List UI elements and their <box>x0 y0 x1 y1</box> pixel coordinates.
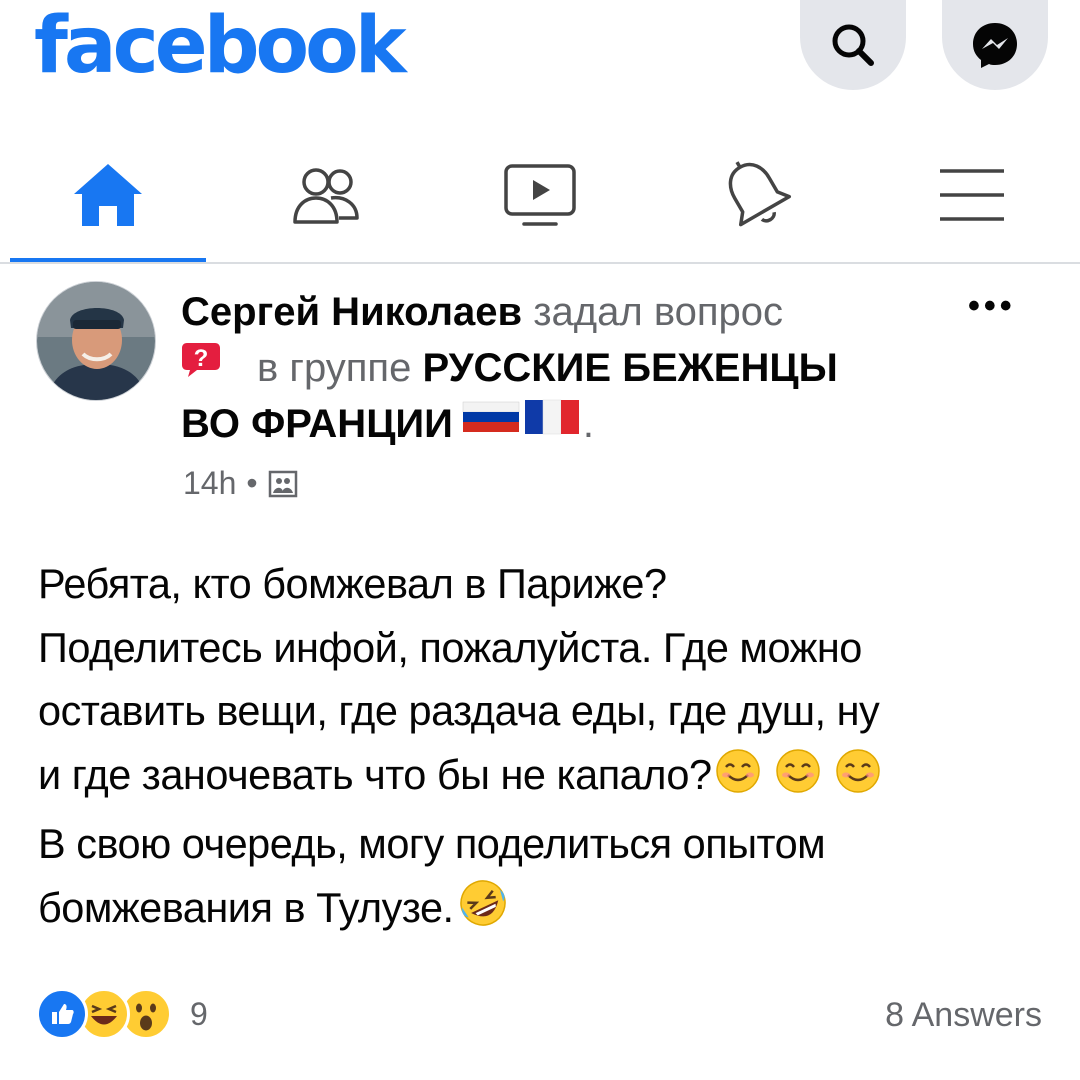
group-suffix: . <box>582 402 595 446</box>
messenger-icon <box>973 23 1017 68</box>
messenger-button[interactable] <box>942 0 1048 90</box>
group-privacy-icon <box>268 470 297 497</box>
reaction-count[interactable]: 9 <box>190 996 208 1033</box>
post-text: Ребята, кто бомжевал в Париже? Поделитес… <box>38 552 1048 945</box>
meta-separator: • <box>246 465 258 501</box>
group-name-line1[interactable]: РУССКИЕ БЕЖЕНЦЫ <box>422 346 837 390</box>
post-header: Сергей Николаев задал вопрос ? в группе … <box>181 284 961 452</box>
post-text-line: бомжевания в Тулузе. <box>38 883 454 931</box>
post-text-line: В свою очередь, могу поделиться опытом <box>38 820 826 867</box>
search-icon <box>832 24 874 66</box>
svg-text:?: ? <box>194 345 209 372</box>
post-text-line: Поделитесь инфой, пожалуйста. Где можно <box>38 623 862 671</box>
friends-icon <box>293 168 359 224</box>
tab-home[interactable] <box>58 150 158 240</box>
question-icon: ? <box>181 338 221 394</box>
nav-divider <box>0 262 1080 264</box>
bell-icon <box>728 161 791 227</box>
post-text-line: оставить вещи, где раздача еды, где душ,… <box>38 687 880 734</box>
tab-menu[interactable] <box>922 150 1022 240</box>
search-button[interactable] <box>800 0 906 90</box>
tab-watch[interactable] <box>490 150 590 240</box>
home-icon <box>74 164 142 226</box>
rolling-laughing-emoji <box>456 878 510 946</box>
more-options-button[interactable]: ••• <box>968 289 1016 323</box>
reactions-summary[interactable] <box>36 988 172 1040</box>
flags-emoji <box>461 395 583 451</box>
tab-notifications[interactable] <box>706 150 806 240</box>
post-action: задал вопрос <box>533 290 784 334</box>
in-group-label: в группе <box>257 346 412 390</box>
group-name-line2[interactable]: ВО ФРАНЦИИ <box>181 402 453 446</box>
facebook-logo[interactable]: facebook <box>34 0 407 92</box>
post-text-line: и где заночевать что бы не капало? <box>38 750 712 798</box>
post-text-line: Ребята, кто бомжевал в Париже? <box>38 560 667 607</box>
post-meta: 14h • <box>183 465 298 502</box>
post-time[interactable]: 14h <box>183 465 236 502</box>
answers-count[interactable]: 8 Answers <box>885 996 1042 1035</box>
author-avatar[interactable] <box>36 281 156 401</box>
watch-icon <box>504 164 576 226</box>
like-reaction-icon <box>36 988 88 1040</box>
tab-friends[interactable] <box>275 150 375 240</box>
avatar-photo <box>37 282 155 400</box>
menu-icon <box>940 169 1004 221</box>
author-name[interactable]: Сергей Николаев <box>181 290 522 334</box>
smiling-emoji-group <box>714 747 884 813</box>
